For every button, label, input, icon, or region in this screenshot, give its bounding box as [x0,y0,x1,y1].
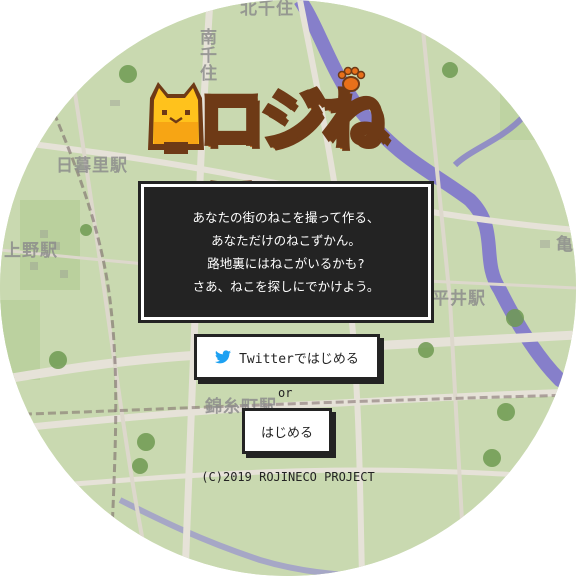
rojineko-logo: ロジねこ [140,66,440,248]
start-button[interactable]: はじめる [242,408,332,454]
intro-line: さあ、ねこを探しにでかけよう。 [192,279,380,294]
map-label: 上野駅 [4,241,58,261]
intro-line: あなただけのねこずかん。 [211,233,361,248]
copyright-text: (C)2019 ROJINECO PROJECT [201,470,375,484]
paw-icon [337,66,366,92]
twitter-start-button[interactable]: Twitterではじめる [194,334,380,380]
or-label: or [278,386,293,400]
map-label: 日暮里駅 [56,156,128,176]
intro-line: 路地裏にはねこがいるかも? [207,256,365,271]
map-label: 亀 [556,235,574,255]
map-label: 北千住 [240,0,294,19]
intro-line: あなたの街のねこを撮って作る、 [192,210,380,225]
map-label: 平井駅 [432,289,486,309]
intro-dialog: あなたの街のねこを撮って作る、 あなただけのねこずかん。 路地裏にはねこがいるか… [138,181,434,323]
twitter-bird-icon [215,350,232,364]
start-label: はじめる [260,425,313,441]
twitter-start-label: Twitterではじめる [239,351,359,367]
